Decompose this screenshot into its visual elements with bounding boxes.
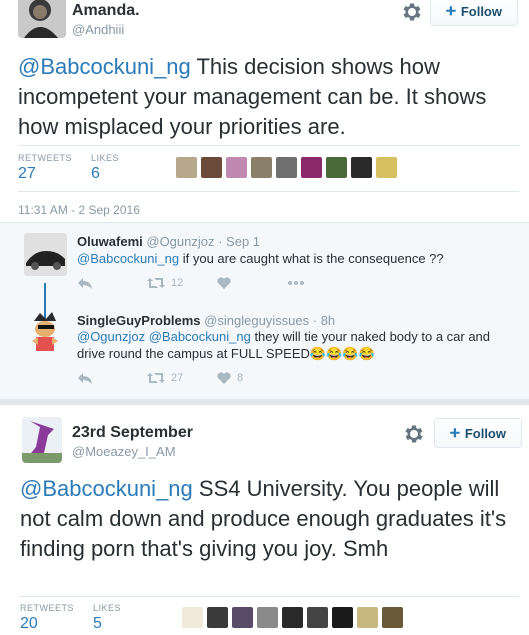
- avatar[interactable]: [357, 607, 378, 628]
- reply-author[interactable]: SingleGuyProblems @singleguyissues · 8h: [77, 313, 335, 328]
- user-handle[interactable]: @Moeazey_I_AM: [72, 444, 176, 459]
- mention-link[interactable]: @Babcockuni_ng: [77, 251, 179, 266]
- tweet-text: @Babcockuni_ng This decision shows how i…: [18, 52, 518, 142]
- retweet-count: 12: [171, 277, 184, 289]
- retweets-label: RETWEETS: [18, 153, 73, 163]
- avatar[interactable]: [332, 607, 353, 628]
- reply-icon[interactable]: [77, 371, 147, 385]
- avatar[interactable]: [207, 607, 228, 628]
- likes-label: LIKES: [91, 153, 120, 163]
- reply-author-handle[interactable]: @singleguyissues · 8h: [204, 313, 335, 328]
- mention-link[interactable]: @Ogunzjoz @Babcockuni_ng: [77, 329, 251, 344]
- like-count: 8: [237, 372, 244, 384]
- avatar[interactable]: [232, 607, 253, 628]
- avatar[interactable]: [182, 607, 203, 628]
- main-tweet-1: Amanda. @Andhiii ➕︎ Follow @Babcockuni_n…: [0, 0, 529, 222]
- follow-button[interactable]: ➕︎ Follow: [430, 0, 518, 26]
- avatar[interactable]: [326, 157, 347, 178]
- likes-count[interactable]: 5: [93, 615, 102, 633]
- retweet-icon[interactable]: 12: [147, 277, 217, 289]
- follow-label: Follow: [460, 3, 502, 19]
- avatar[interactable]: [24, 233, 67, 276]
- more-icon[interactable]: [287, 280, 305, 286]
- retweets-count[interactable]: 20: [20, 615, 38, 633]
- avatar[interactable]: [24, 311, 67, 354]
- reply-actions: 27 8: [77, 371, 287, 385]
- avatar[interactable]: [351, 157, 372, 178]
- retweet-icon[interactable]: 27: [147, 372, 217, 384]
- divider: [18, 145, 519, 146]
- like-icon[interactable]: [217, 277, 287, 289]
- avatar[interactable]: [18, 0, 66, 38]
- liker-avatars: [182, 607, 403, 628]
- avatar[interactable]: [251, 157, 272, 178]
- follow-button[interactable]: ➕︎ Follow: [434, 418, 522, 448]
- tweet-timestamp[interactable]: 11:31 AM - 2 Sep 2016: [18, 203, 140, 217]
- avatar[interactable]: [176, 157, 197, 178]
- likes-label: LIKES: [93, 603, 122, 613]
- retweet-count: 27: [171, 372, 184, 384]
- retweets-label: RETWEETS: [20, 603, 75, 613]
- user-handle[interactable]: @Andhiii: [72, 22, 124, 37]
- avatar[interactable]: [307, 607, 328, 628]
- divider: [20, 596, 519, 597]
- avatar[interactable]: [226, 157, 247, 178]
- avatar[interactable]: [276, 157, 297, 178]
- mention-link[interactable]: @Babcockuni_ng: [18, 54, 191, 79]
- follow-user-icon: ➕︎: [450, 425, 460, 440]
- avatar[interactable]: [22, 417, 62, 463]
- avatar[interactable]: [282, 607, 303, 628]
- likes-count[interactable]: 6: [91, 165, 100, 183]
- avatar[interactable]: [201, 157, 222, 178]
- liker-avatars: [176, 157, 397, 178]
- reply-text: @Ogunzjoz @Babcockuni_ng they will tie y…: [77, 328, 517, 362]
- gear-icon[interactable]: [400, 0, 424, 24]
- tweet-text: @Babcockuni_ng SS4 University. You peopl…: [20, 474, 520, 564]
- avatar[interactable]: [382, 607, 403, 628]
- main-tweet-2: 23rd September @Moeazey_I_AM ➕︎ Follow @…: [0, 405, 529, 635]
- user-name[interactable]: Amanda.: [72, 2, 140, 20]
- reply-author-handle[interactable]: @Ogunzjoz · Sep 1: [146, 234, 260, 249]
- user-name[interactable]: 23rd September: [72, 424, 193, 442]
- mention-link[interactable]: @Babcockuni_ng: [20, 476, 193, 501]
- gear-icon[interactable]: [402, 422, 426, 446]
- reply-actions: 12: [77, 276, 305, 290]
- avatar[interactable]: [376, 157, 397, 178]
- follow-label: Follow: [464, 425, 506, 441]
- reply-author-name[interactable]: SingleGuyProblems: [77, 313, 201, 328]
- avatar[interactable]: [257, 607, 278, 628]
- follow-user-icon: ➕︎: [446, 3, 456, 18]
- divider: [18, 191, 519, 192]
- reply-text: @Babcockuni_ng if you are caught what is…: [77, 250, 517, 267]
- reply-author-name[interactable]: Oluwafemi: [77, 234, 143, 249]
- reply-body: if you are caught what is the consequenc…: [179, 251, 444, 266]
- retweets-count[interactable]: 27: [18, 165, 36, 183]
- reply-icon[interactable]: [77, 276, 147, 290]
- like-icon[interactable]: 8: [217, 372, 287, 384]
- reply-author[interactable]: Oluwafemi @Ogunzjoz · Sep 1: [77, 234, 260, 249]
- avatar[interactable]: [301, 157, 322, 178]
- reply-thread: Oluwafemi @Ogunzjoz · Sep 1 @Babcockuni_…: [0, 222, 529, 400]
